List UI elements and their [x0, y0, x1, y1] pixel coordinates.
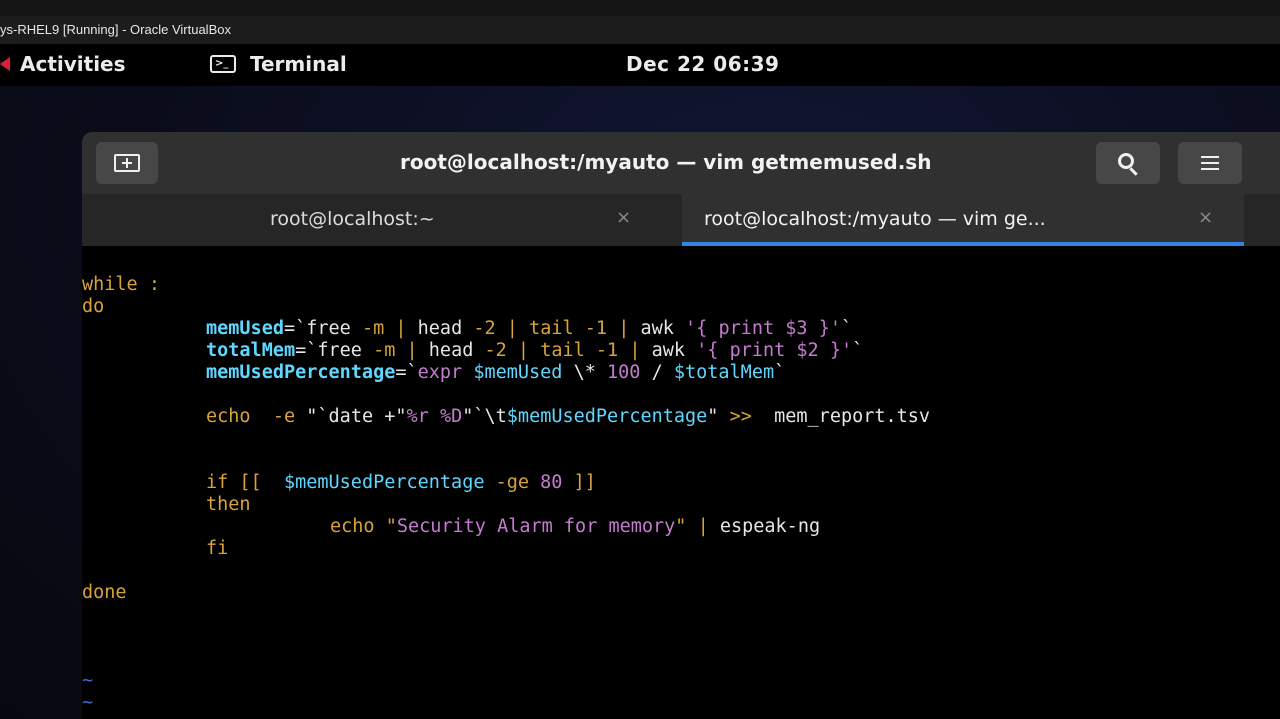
terminal-headerbar: root@localhost:/myauto — vim getmemused.… — [82, 132, 1280, 194]
vim-empty-line-marker: ~ — [82, 692, 94, 713]
virtualbox-titlebar: ys-RHEL9 [Running] - Oracle VirtualBox — [0, 0, 1280, 44]
code-line: fi — [206, 538, 229, 559]
tab-root-home[interactable]: root@localhost:~ × — [82, 194, 678, 246]
terminal-window: root@localhost:/myauto — vim getmemused.… — [82, 132, 1280, 719]
activities-button[interactable]: Activities — [0, 52, 126, 76]
code-line: while : — [82, 274, 160, 295]
tab-bar: root@localhost:~ × root@localhost:/myaut… — [82, 194, 1280, 246]
terminal-icon: >_ — [210, 55, 236, 73]
code-line: if [[ $memUsedPercentage -ge 80 ]] — [206, 472, 596, 493]
vim-empty-line-marker: ~ — [82, 670, 94, 691]
vim-buffer[interactable]: while : do memUsed=`free -m | head -2 | … — [82, 246, 1280, 719]
code-line: memUsed=`free -m | head -2 | tail -1 | a… — [206, 318, 853, 339]
close-icon[interactable]: × — [616, 207, 631, 228]
virtualbox-title: ys-RHEL9 [Running] - Oracle VirtualBox — [0, 22, 231, 37]
search-icon — [1118, 153, 1134, 169]
menu-button[interactable] — [1178, 142, 1242, 184]
tab-label: root@localhost:~ — [270, 208, 435, 230]
search-button[interactable] — [1096, 142, 1160, 184]
close-icon[interactable]: × — [1198, 207, 1213, 228]
app-menu-label: Terminal — [250, 52, 347, 76]
window-title: root@localhost:/myauto — vim getmemused.… — [400, 150, 932, 174]
app-menu-terminal[interactable]: >_ Terminal — [210, 52, 347, 76]
hamburger-menu-icon — [1201, 156, 1219, 170]
new-tab-icon — [114, 154, 140, 172]
code-line: memUsedPercentage=`expr $memUsed \* 100 … — [206, 362, 786, 383]
code-line: echo -e "`date +"%r %D"`\t$memUsedPercen… — [206, 406, 931, 427]
code-line: do — [82, 296, 105, 317]
code-line: done — [82, 582, 127, 603]
code-line: echo "Security Alarm for memory" | espea… — [330, 516, 821, 537]
tab-vim-getmemused[interactable]: root@localhost:/myauto — vim ge... × — [682, 194, 1244, 246]
activities-label: Activities — [20, 52, 126, 76]
tab-label: root@localhost:/myauto — vim ge... — [704, 208, 1046, 230]
clock[interactable]: Dec 22 06:39 — [626, 52, 779, 76]
gnome-top-bar: Activities >_ Terminal Dec 22 06:39 — [0, 44, 1280, 86]
redhat-logo-icon — [0, 57, 10, 71]
code-line: then — [206, 494, 251, 515]
code-line: totalMem=`free -m | head -2 | tail -1 | … — [206, 340, 864, 361]
new-tab-button[interactable] — [96, 142, 158, 184]
